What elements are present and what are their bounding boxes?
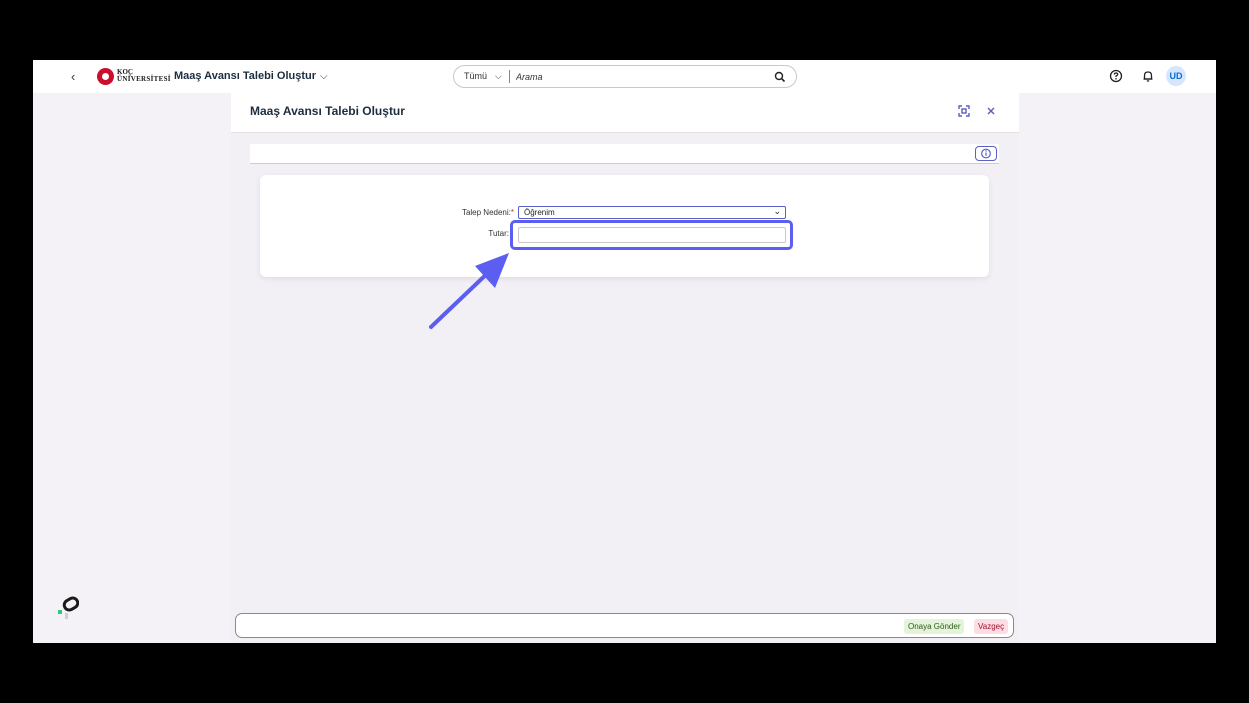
reason-label: Talep Nedeni:* <box>420 208 514 217</box>
help-icon[interactable] <box>1109 69 1123 83</box>
bell-icon[interactable] <box>1141 69 1155 83</box>
dialog-footer: Onaya Gönder Vazgeç <box>235 613 1014 638</box>
chevron-down-icon: ⌄ <box>773 206 781 216</box>
screen: ‹ KOÇ ÜNİVERSİTESİ Maaş Avansı Talebi Ol… <box>33 60 1216 643</box>
info-button[interactable] <box>975 146 997 161</box>
cancel-button[interactable]: Vazgeç <box>974 619 1009 634</box>
amount-highlight-box <box>510 220 793 250</box>
amount-label: Tutar: <box>488 229 509 238</box>
submit-for-approval-button[interactable]: Onaya Gönder <box>904 619 965 634</box>
reason-select-value: Öğrenim <box>524 208 555 217</box>
chevron-down-icon: ⌵ <box>320 71 328 82</box>
search-input[interactable] <box>516 69 766 85</box>
search-divider <box>509 70 510 83</box>
assistant-icon[interactable] <box>55 595 80 624</box>
dialog-title: Maaş Avansı Talebi Oluştur <box>250 104 405 118</box>
form-toolbar <box>250 144 999 164</box>
university-logo[interactable]: KOÇ ÜNİVERSİTESİ <box>97 68 173 85</box>
search-icon[interactable] <box>774 70 786 88</box>
user-avatar[interactable]: UD <box>1166 66 1186 86</box>
chevron-down-icon: ⌵ <box>495 71 502 81</box>
reason-label-text: Talep Nedeni: <box>461 208 511 217</box>
logo-line2: ÜNİVERSİTESİ <box>117 75 171 83</box>
search-bar: Tümü ⌵ <box>453 65 797 88</box>
dialog-header: Maaş Avansı Talebi Oluştur <box>231 93 1019 133</box>
search-scope-label: Tümü <box>464 71 488 81</box>
form-panel: Talep Nedeni:* Öğrenim ⌄ Tutar: <box>260 175 989 277</box>
logo-mark-icon <box>97 68 114 85</box>
reason-select[interactable]: Öğrenim ⌄ <box>518 206 786 219</box>
app-title-menu[interactable]: Maaş Avansı Talebi Oluştur ⌵ <box>174 70 328 82</box>
required-marker: * <box>510 208 514 217</box>
shell-bar: ‹ KOÇ ÜNİVERSİTESİ Maaş Avansı Talebi Ol… <box>33 60 1216 93</box>
app-title: Maaş Avansı Talebi Oluştur <box>174 70 317 82</box>
chevron-left-icon[interactable]: ‹ <box>71 69 75 84</box>
info-icon <box>981 148 991 159</box>
search-scope-select[interactable]: Tümü ⌵ <box>464 71 502 82</box>
close-icon[interactable] <box>984 104 1000 120</box>
fullscreen-icon[interactable] <box>957 104 973 120</box>
dialog: Maaş Avansı Talebi Oluştur Talep Nedeni:… <box>231 93 1019 643</box>
